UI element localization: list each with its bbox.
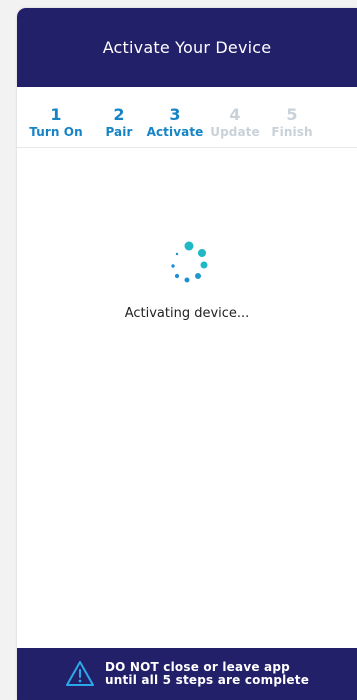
activating-device-status: Activating device... [124, 306, 250, 321]
step-finish: 5 Finish [257, 105, 327, 139]
activation-screen: Activate Your Device 1 Turn On 2 Pair 3 … [17, 8, 357, 700]
step-number: 5 [286, 105, 298, 124]
step-turn-on: 1 Turn On [21, 105, 91, 139]
activation-steps: 1 Turn On 2 Pair 3 Activate 4 Update 5 F… [17, 87, 357, 148]
page-title: Activate Your Device [102, 38, 272, 57]
warning-message: DO NOT close or leave app until all 5 st… [104, 660, 310, 687]
step-label: Finish [271, 125, 313, 139]
warning-bar: DO NOT close or leave app until all 5 st… [17, 648, 357, 700]
activation-content: Activating device... [17, 148, 357, 660]
warning-triangle-icon [65, 661, 94, 686]
loading-spinner-icon [159, 233, 219, 293]
warning-line-2: until all 5 steps are complete [104, 673, 310, 687]
app-header: Activate Your Device [17, 8, 357, 87]
step-number: 1 [50, 105, 62, 124]
step-label: Turn On [29, 125, 83, 139]
